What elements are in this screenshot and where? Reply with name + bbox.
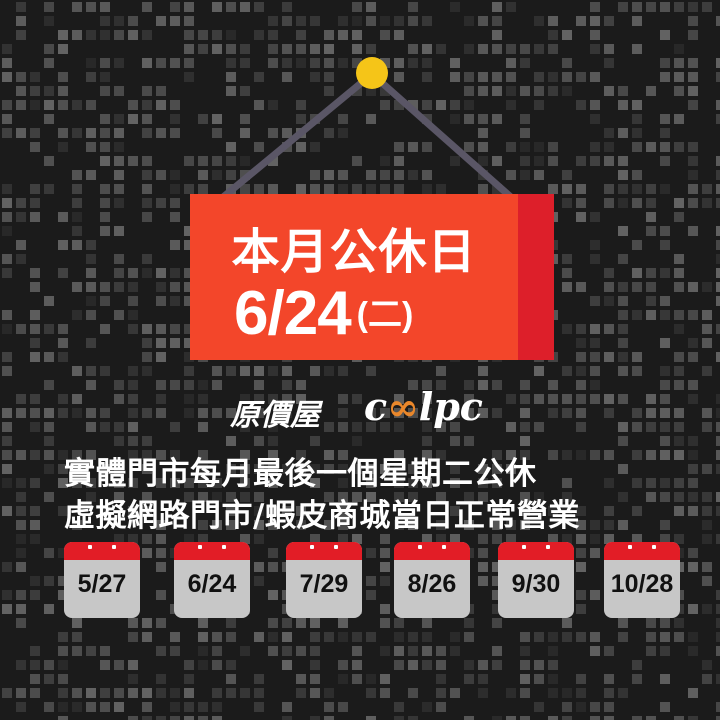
sign-title: 本月公休日 (231, 224, 477, 280)
logo-english: c∞ lpc (364, 384, 483, 429)
logo-chinese: 原價屋 (230, 398, 320, 433)
notice-line-1: 實體門市每月最後一個星期二公休 (64, 456, 537, 492)
calendar-icon: 6/24 (174, 542, 250, 618)
holiday-sign: 本月公休日 6/24 (二) (190, 194, 554, 360)
holiday-date: 5/27 (77, 570, 127, 598)
coolpc-logo: 原價屋 c∞ lpc (230, 384, 520, 434)
logo-english-suffix: lpc (418, 384, 483, 429)
calendar-icon: 8/26 (394, 542, 470, 618)
sign-date-row: 6/24 (二) (234, 278, 518, 349)
holiday-date: 8/26 (407, 570, 457, 598)
logo-english-prefix: c (364, 384, 388, 429)
calendar-icon: 10/28 (604, 542, 680, 618)
sign-side (518, 194, 554, 360)
holiday-date: 9/30 (511, 570, 561, 598)
calendar-icon: 9/30 (498, 542, 574, 618)
holiday-date: 10/28 (610, 570, 674, 598)
sign-front: 本月公休日 6/24 (二) (190, 194, 518, 360)
holiday-date: 7/29 (299, 570, 349, 598)
sign-weekday: (二) (356, 296, 414, 334)
infinity-icon: ∞ (387, 384, 419, 429)
notice-line-2: 虛擬網路門市/蝦皮商城當日正常營業 (64, 498, 580, 534)
holiday-calendar-list: 5/27 6/24 7/29 8/26 9/30 10/28 (64, 542, 684, 618)
calendar-icon: 5/27 (64, 542, 140, 618)
calendar-icon: 7/29 (286, 542, 362, 618)
sign-date: 6/24 (234, 279, 352, 348)
holiday-date: 6/24 (187, 570, 237, 598)
